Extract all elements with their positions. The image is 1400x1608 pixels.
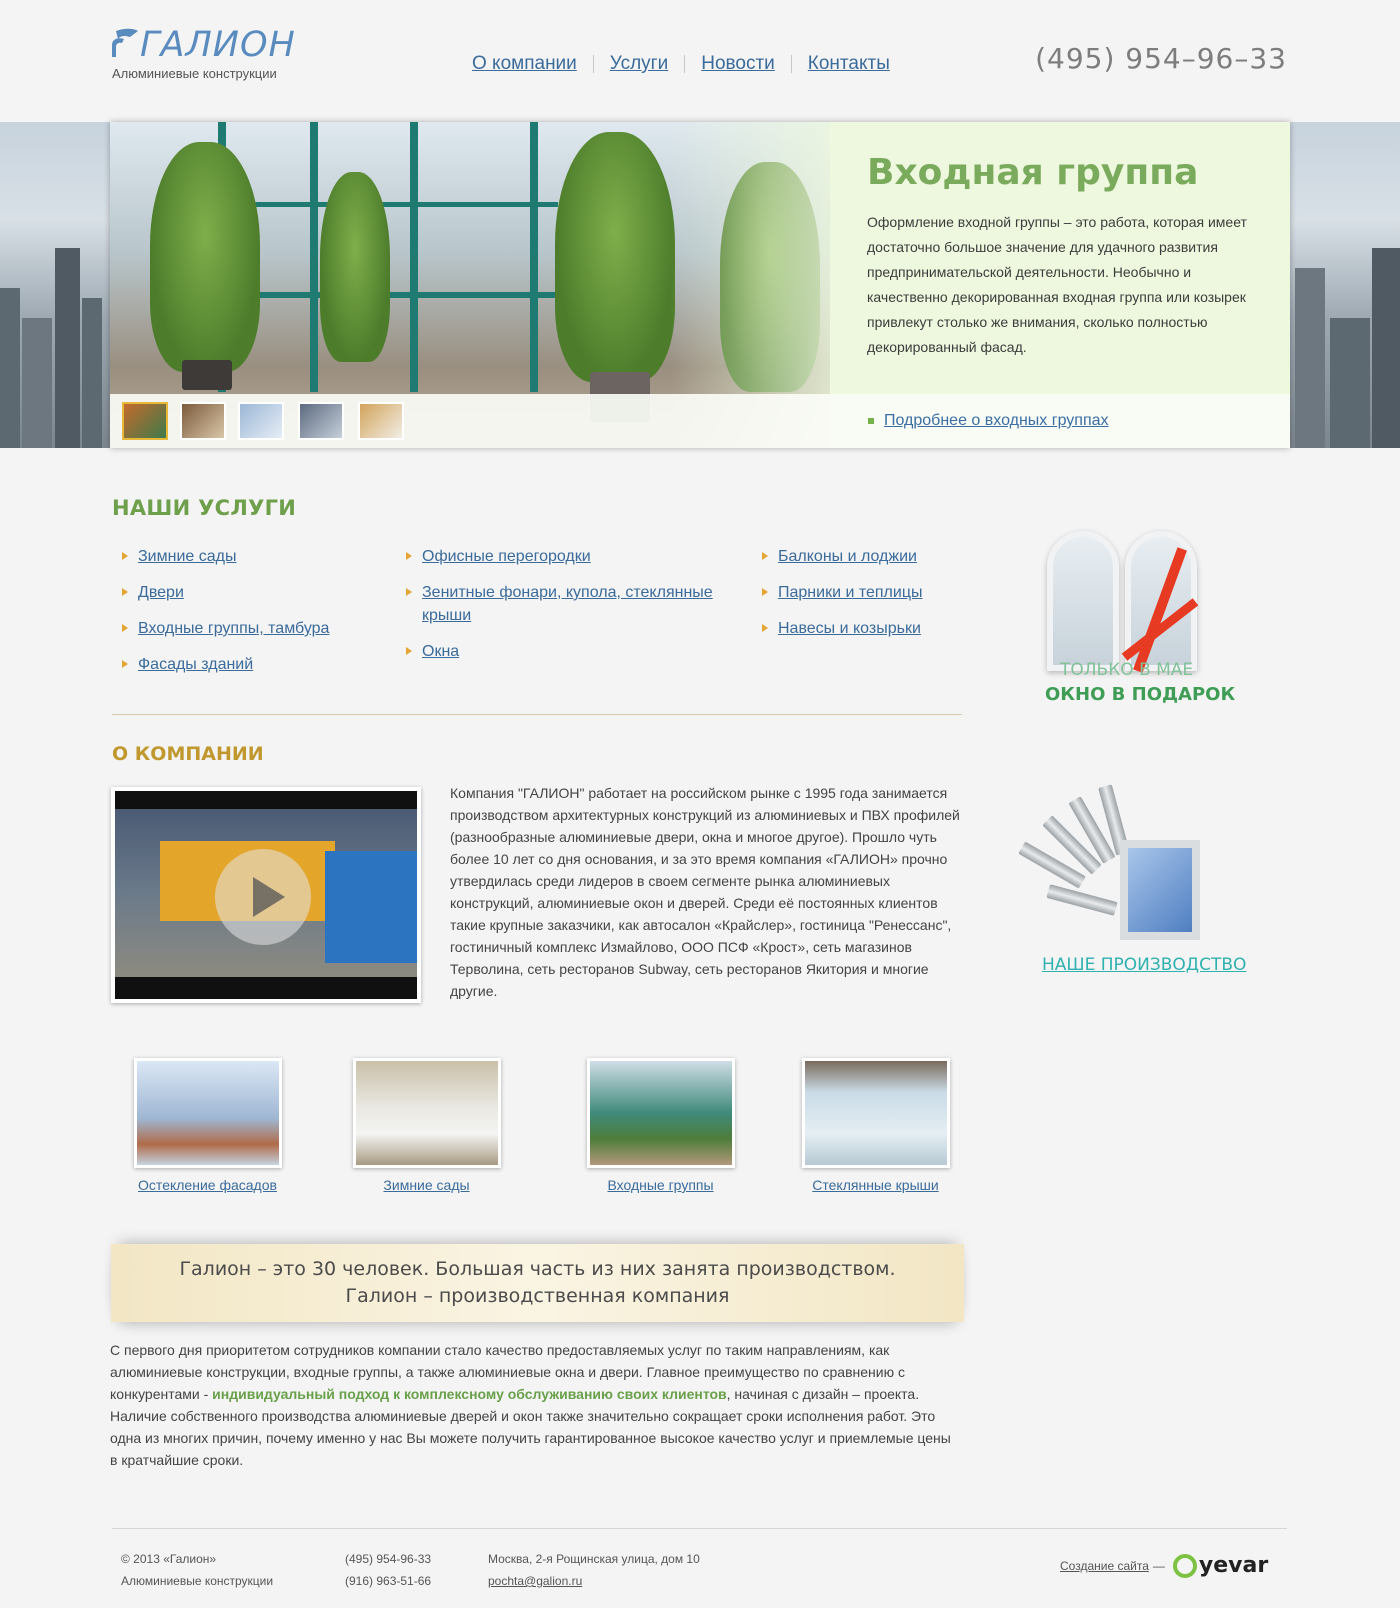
footer-company-text: Алюминиевые конструкции [121, 1574, 274, 1588]
yevar-logo-icon [1172, 1553, 1197, 1578]
window-icon [1047, 531, 1119, 671]
services-column-1: Зимние сады Двери Входные группы, тамбур… [122, 545, 329, 689]
service-link[interactable]: Парники и теплицы [778, 584, 922, 601]
yevar-logo[interactable]: yevar [1172, 1553, 1269, 1578]
quote-line-2: Галион – производственная компания [345, 1285, 730, 1307]
nav-link-contacts[interactable]: Контакты [808, 53, 890, 75]
slider-thumbnail[interactable] [122, 402, 168, 440]
gallery-item[interactable]: Стеклянные крыши [798, 1058, 953, 1193]
bullet-icon [868, 418, 874, 424]
service-link[interactable]: Балконы и лоджии [778, 548, 917, 565]
gallery-image[interactable] [586, 1058, 735, 1168]
play-icon[interactable] [215, 849, 311, 945]
logo-text: ГАЛИОН [140, 25, 296, 65]
footer-divider [112, 1528, 1287, 1529]
service-link[interactable]: Двери [138, 584, 184, 601]
footer-credit-link[interactable]: Создание сайта [1060, 1559, 1149, 1573]
services-heading: НАШИ УСЛУГИ [112, 496, 297, 520]
service-link[interactable]: Зимние сады [138, 548, 236, 565]
ship-logo-icon [110, 27, 140, 63]
nav-link-about[interactable]: О компании [472, 53, 577, 75]
banner-text: Оформление входной группы – это работа, … [867, 214, 1247, 355]
banner-title: Входная группа [867, 152, 1199, 193]
promo-line-1[interactable]: ТОЛЬКО В МАЕ [1060, 660, 1193, 680]
service-item[interactable]: Двери [122, 581, 329, 604]
gallery-image[interactable] [801, 1058, 950, 1168]
services-column-2: Офисные перегородки Зенитные фонари, куп… [406, 545, 726, 676]
footer-phones: (495) 954-96-33 (916) 963-51-66 [345, 1548, 431, 1592]
footer-credit-dash: — [1152, 1558, 1165, 1573]
promo-line-2[interactable]: ОКНО В ПОДАРОК [1045, 684, 1235, 705]
service-item[interactable]: Балконы и лоджии [762, 545, 922, 568]
gallery-item[interactable]: Остекление фасадов [130, 1058, 285, 1193]
service-link[interactable]: Окна [422, 643, 459, 660]
gallery-item[interactable]: Входные группы [583, 1058, 738, 1193]
header-phone: (495) 954–96–33 [1035, 42, 1287, 75]
bottom-text-highlight: индивидуальный подход к комплексному обс… [212, 1386, 727, 1402]
footer-copyright-text: © 2013 «Галион» [121, 1552, 217, 1566]
quote-line-1: Галион – это 30 человек. Большая часть и… [179, 1258, 896, 1280]
nav-separator [592, 55, 594, 73]
gallery-link[interactable]: Входные группы [583, 1177, 738, 1193]
production-image[interactable] [1018, 770, 1235, 960]
gallery-link[interactable]: Стеклянные крыши [798, 1177, 953, 1193]
about-text: Компания "ГАЛИОН" работает на российском… [450, 785, 960, 999]
slider-thumbnail[interactable] [298, 402, 344, 440]
service-link[interactable]: Входные группы, тамбура [138, 620, 329, 637]
footer-phone: (495) 954-96-33 [345, 1552, 432, 1566]
slider-thumbnail[interactable] [180, 402, 226, 440]
service-item[interactable]: Зимние сады [122, 545, 329, 568]
gallery-item[interactable]: Зимние сады [349, 1058, 504, 1193]
service-item[interactable]: Навесы и козырьки [762, 617, 922, 640]
gallery-image[interactable] [133, 1058, 282, 1168]
service-item[interactable]: Зенитные фонари, купола, стеклянные крыш… [406, 581, 726, 627]
nav-link-news[interactable]: Новости [701, 53, 775, 75]
services-column-3: Балконы и лоджии Парники и теплицы Навес… [762, 545, 922, 653]
nav-link-services[interactable]: Услуги [610, 53, 668, 75]
gallery-link[interactable]: Зимние сады [349, 1177, 504, 1193]
hero-slider: Входная группа Оформление входной группы… [110, 122, 1290, 448]
footer-email-link[interactable]: pochta@galion.ru [488, 1574, 582, 1588]
banner-more-link-text[interactable]: Подробнее о входных группах [884, 412, 1109, 430]
company-quote: Галион – это 30 человек. Большая часть и… [111, 1244, 964, 1322]
section-divider [112, 714, 962, 715]
company-video[interactable] [111, 787, 421, 1003]
gallery-image[interactable] [352, 1058, 501, 1168]
banner-strip [110, 394, 1290, 448]
production-link[interactable]: НАШЕ ПРОИЗВОДСТВО [1042, 955, 1246, 975]
logo-subtitle: Алюминиевые конструкции [112, 66, 277, 81]
service-link[interactable]: Фасады зданий [138, 656, 253, 673]
service-link[interactable]: Офисные перегородки [422, 548, 591, 565]
service-link[interactable]: Зенитные фонари, купола, стеклянные крыш… [422, 584, 713, 624]
service-item[interactable]: Входные группы, тамбура [122, 617, 329, 640]
service-link[interactable]: Навесы и козырьки [778, 620, 921, 637]
footer-address: Москва, 2-я Рощинская улица, дом 10 [488, 1552, 700, 1566]
service-item[interactable]: Офисные перегородки [406, 545, 726, 568]
footer-contacts: Москва, 2-я Рощинская улица, дом 10 poch… [488, 1548, 700, 1592]
service-item[interactable]: Окна [406, 640, 726, 663]
footer-credit: Создание сайта — yevar [1060, 1553, 1268, 1578]
logo[interactable]: ГАЛИОН Алюминиевые конструкции [110, 26, 296, 81]
footer-phone: (916) 963-51-66 [345, 1574, 432, 1588]
window-profile-icon [1120, 840, 1200, 940]
about-heading: О КОМПАНИИ [112, 743, 264, 765]
bottom-text: С первого дня приоритетом сотрудников ко… [110, 1339, 960, 1471]
nav-separator [684, 55, 686, 73]
service-item[interactable]: Парники и теплицы [762, 581, 922, 604]
yevar-logo-text: yevar [1198, 1553, 1269, 1578]
banner-more-link[interactable]: Подробнее о входных группах [868, 412, 1109, 430]
slider-thumbnail[interactable] [358, 402, 404, 440]
top-nav: О компании Услуги Новости Контакты [472, 53, 890, 75]
slider-thumbnail[interactable] [238, 402, 284, 440]
gallery-link[interactable]: Остекление фасадов [130, 1177, 285, 1193]
footer-copyright: © 2013 «Галион» Алюминиевые конструкции [121, 1548, 273, 1592]
service-item[interactable]: Фасады зданий [122, 653, 329, 676]
nav-separator [790, 55, 792, 73]
